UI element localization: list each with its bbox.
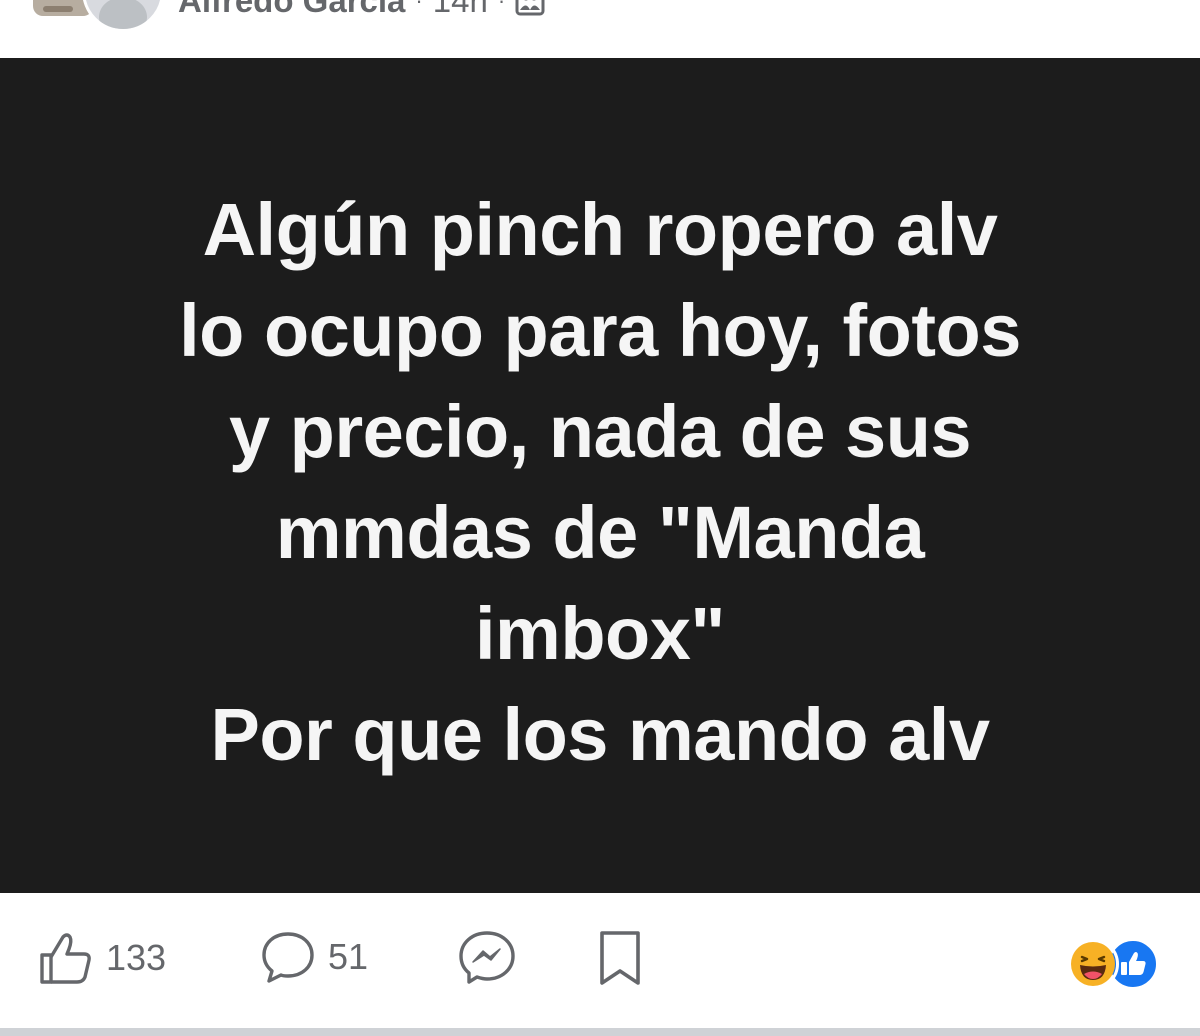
bookmark-icon [596, 929, 644, 987]
post-text-line: imbox" [474, 591, 726, 675]
post-background: Algún pinch ropero alv lo ocupo para hoy… [0, 58, 1200, 893]
haha-reaction-icon [1067, 938, 1119, 990]
comment-count: 51 [328, 936, 369, 977]
group-members-icon [515, 0, 545, 16]
avatar-body-shape [99, 0, 147, 29]
meta-separator: · [497, 0, 506, 13]
comment-bubble-icon [260, 929, 316, 985]
post-time[interactable]: 14h [433, 0, 488, 20]
post-text-line: Algún pinch ropero alv [202, 187, 998, 271]
reaction-summary[interactable] [1067, 938, 1167, 990]
like-count: 133 [106, 937, 167, 978]
post-meta: Alfredo García · 14h · [178, 0, 545, 20]
post-text: Algún pinch ropero alv lo ocupo para hoy… [40, 179, 1160, 785]
post-text-line: y precio, nada de sus [228, 389, 972, 473]
author-avatar[interactable] [82, 0, 164, 32]
messenger-share-button[interactable] [456, 929, 518, 987]
bottom-divider [0, 1028, 1200, 1036]
post-text-line: Por que los mando alv [210, 692, 990, 776]
post-header: Alfredo García · 14h · [0, 0, 1200, 58]
post-text-line: lo ocupo para hoy, fotos [179, 288, 1021, 372]
post-text-line: mmdas de "Manda [275, 490, 925, 574]
author-name[interactable]: Alfredo García [178, 0, 405, 20]
like-button[interactable]: 133 [36, 929, 166, 987]
comment-button[interactable]: 51 [260, 929, 368, 985]
messenger-icon [456, 929, 518, 987]
post-action-bar: 133 51 [0, 893, 1200, 1026]
meta-separator: · [415, 0, 423, 13]
thumbs-up-icon [36, 929, 94, 987]
save-button[interactable] [596, 929, 644, 987]
